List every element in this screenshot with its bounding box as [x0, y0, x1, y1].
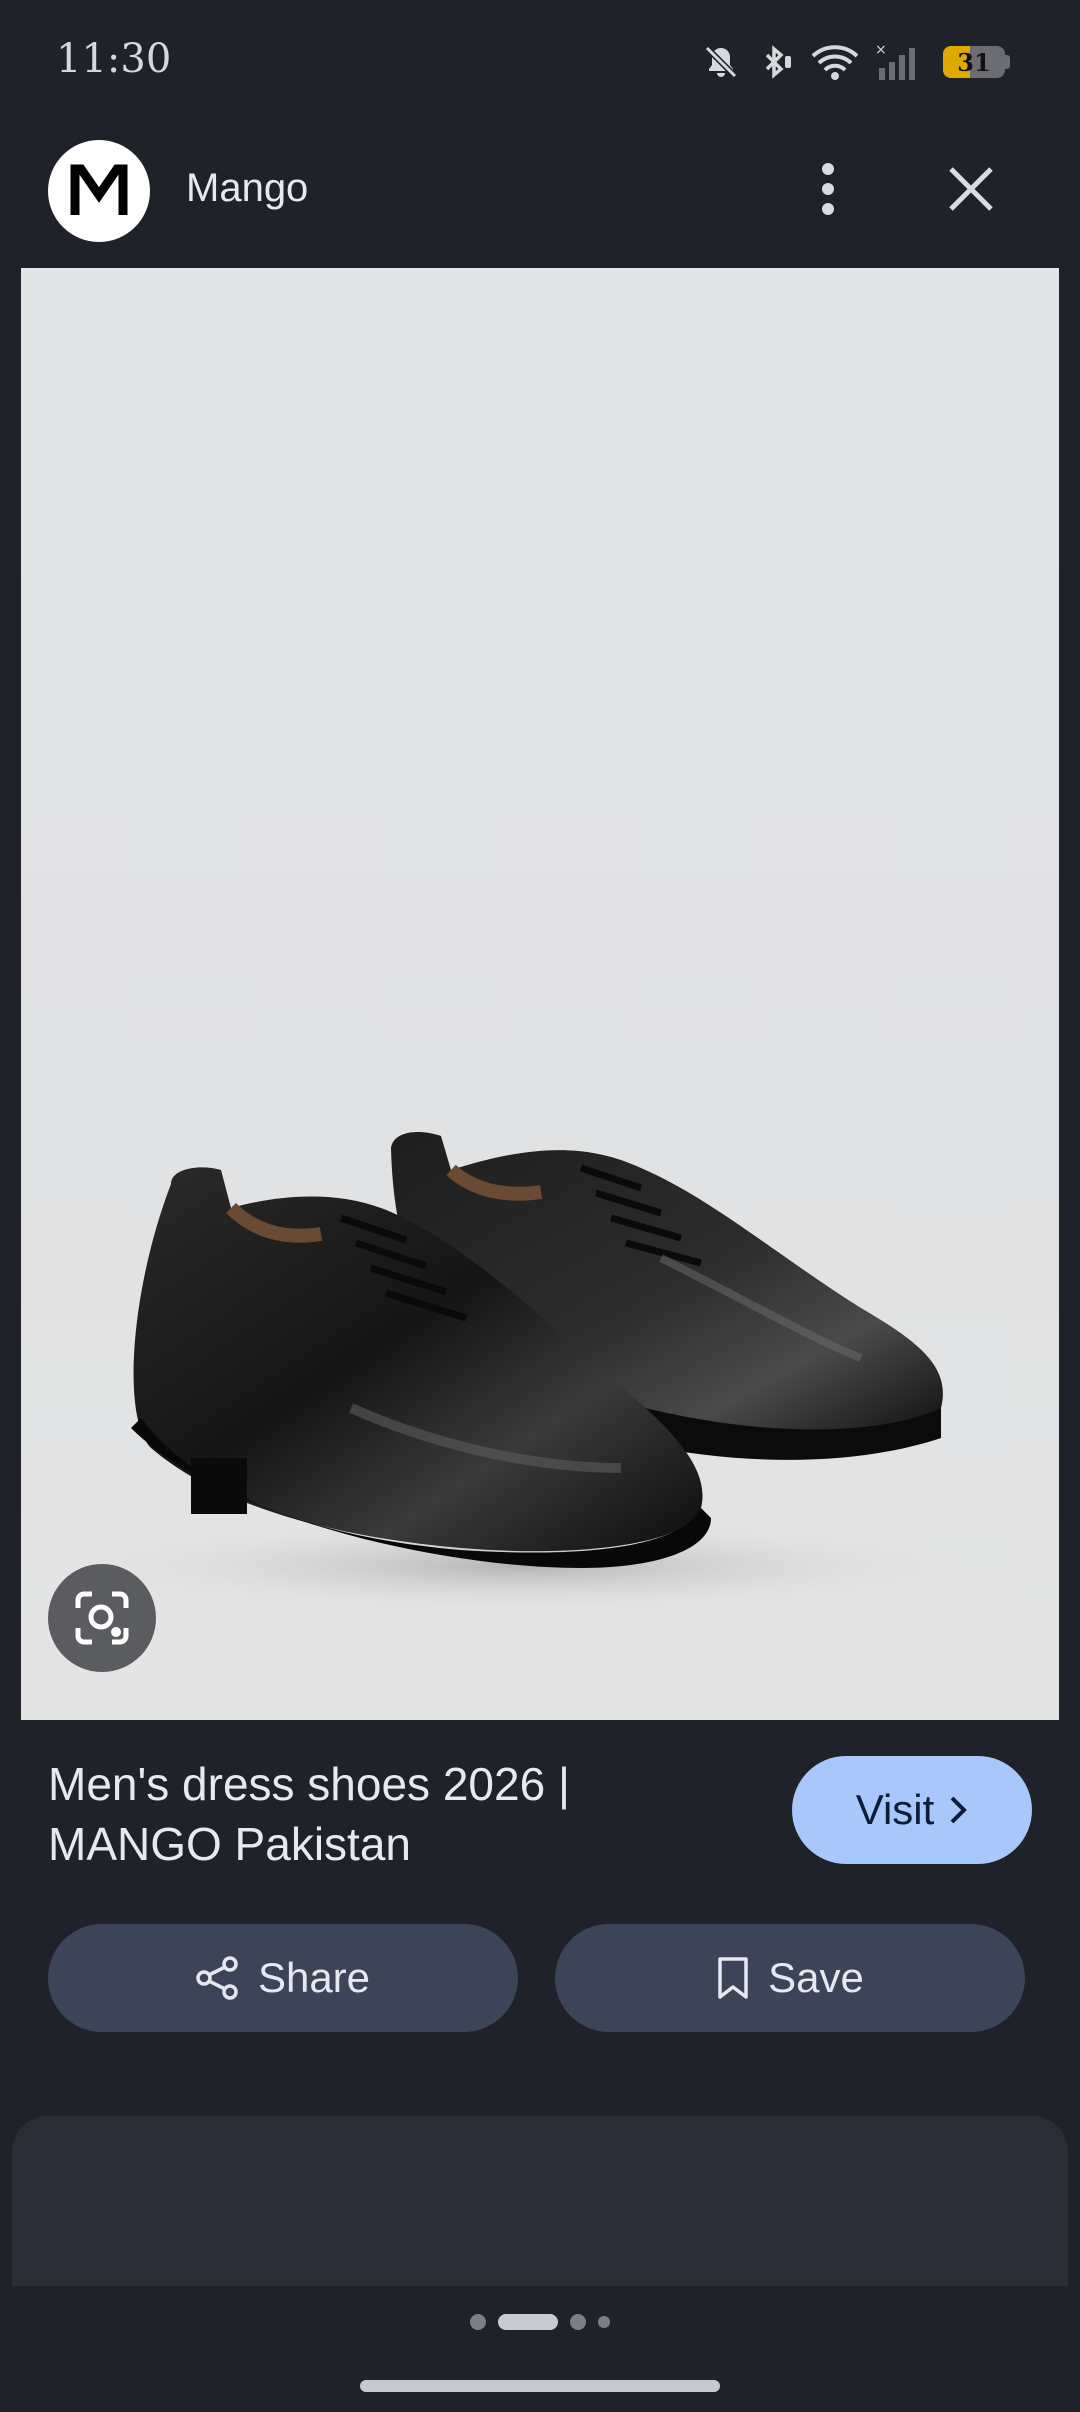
- status-time: 11:30: [56, 36, 172, 82]
- page-indicator: [0, 2314, 1080, 2330]
- visit-button[interactable]: Visit: [792, 1756, 1032, 1864]
- page-dot: [470, 2314, 486, 2330]
- share-icon: [196, 1956, 238, 2000]
- bluetooth-icon: [755, 42, 795, 82]
- lens-search-button[interactable]: [48, 1564, 156, 1672]
- site-name[interactable]: Mango: [186, 166, 308, 211]
- dress-shoes-image: [61, 1132, 981, 1614]
- product-image[interactable]: [21, 268, 1059, 1720]
- page-dot: [598, 2316, 610, 2328]
- save-button[interactable]: Save: [555, 1924, 1025, 2032]
- battery-level: 31: [957, 48, 991, 77]
- bookmark-icon: [718, 1957, 748, 1999]
- share-label: Share: [257, 1954, 371, 2001]
- google-lens-icon: [75, 1591, 129, 1645]
- page-dot: [570, 2314, 586, 2330]
- save-label: Save: [768, 1954, 864, 2001]
- result-header: Mango: [0, 124, 1080, 268]
- bottom-strip: [0, 2286, 1080, 2412]
- close-icon: [949, 167, 993, 211]
- visit-label: Visit: [855, 1786, 935, 1833]
- more-vert-icon: [822, 163, 834, 215]
- battery-icon: 31: [943, 46, 1005, 78]
- mango-logo-icon: [70, 164, 128, 215]
- wifi-icon: [809, 42, 861, 82]
- page-dot-active: [498, 2314, 558, 2330]
- notifications-off-icon: [701, 42, 741, 82]
- cellular-signal-icon: ×: [875, 42, 919, 82]
- more-options-button[interactable]: [800, 154, 856, 224]
- close-button[interactable]: [936, 154, 1006, 224]
- chevron-right-icon: [950, 1796, 968, 1824]
- share-button[interactable]: Share: [48, 1924, 518, 2032]
- status-icons: × 31: [701, 38, 1010, 86]
- svg-text:×: ×: [875, 42, 887, 58]
- home-gesture-bar[interactable]: [360, 2380, 720, 2392]
- site-avatar[interactable]: [48, 140, 150, 242]
- result-title[interactable]: Men's dress shoes 2026 | MANGO Pakistan: [48, 1754, 748, 1874]
- status-bar: 11:30 × 31: [0, 0, 1080, 124]
